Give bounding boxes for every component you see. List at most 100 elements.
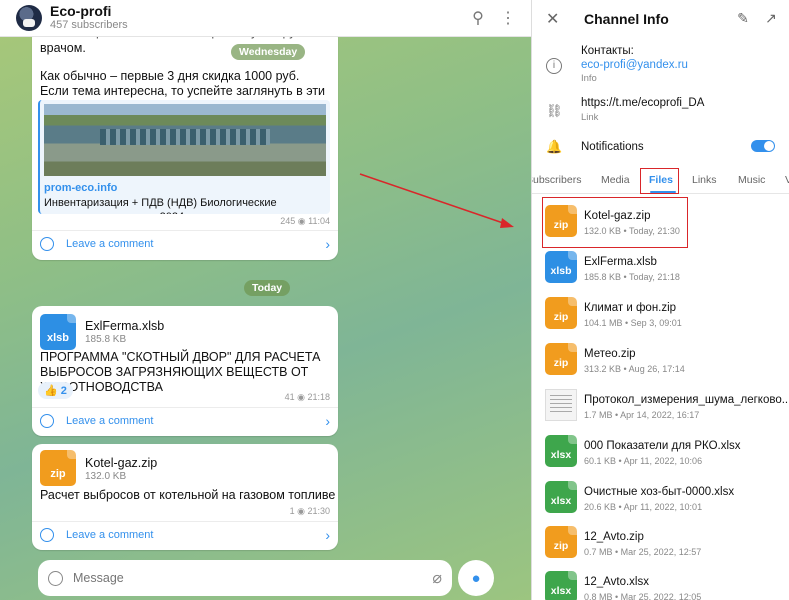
zip-file-icon[interactable]: zip — [545, 526, 577, 558]
statistics-icon[interactable]: ↗ — [757, 10, 785, 27]
message-meta: 1 ◉ 21:30 — [290, 506, 330, 517]
chat-header[interactable]: Eco-profi 457 subscribers ⚲ ⋮ — [0, 0, 531, 37]
link-preview[interactable]: prom-eco.info Инвентаризация + ПДВ (НДВ)… — [38, 100, 330, 214]
message-meta: 245 ◉ 11:04 — [280, 216, 330, 227]
file-size: 185.8 KB — [85, 334, 127, 345]
xlsb-file-icon[interactable]: xlsb — [545, 251, 577, 283]
file-name: 12_Avto.xlsx — [584, 576, 649, 588]
emoji-icon[interactable] — [48, 570, 63, 586]
file-list-item[interactable]: xlsx 000 Показатели для РКО.xlsx 60.1 KB •… — [532, 430, 789, 476]
channel-avatar[interactable] — [16, 5, 42, 31]
attach-icon[interactable]: ⌀ — [432, 568, 442, 588]
file-name[interactable]: ExlFerma.xlsb — [85, 319, 164, 333]
panel-header: ✕ Channel Info ✎ ↗ — [532, 0, 789, 37]
preview-image — [44, 104, 326, 176]
xlsb-file-icon[interactable]: xlsb — [40, 314, 76, 350]
file-list-item[interactable]: xlsx Очистные хоз-быт-0000.xlsx 20.6 KB • … — [532, 476, 789, 522]
message-bubble: zip Kotel-gaz.zip 132.0 KB Расчет выброс… — [32, 444, 338, 550]
link-row[interactable]: ⛓ https://t.me/ecoprofi_DA Link — [532, 96, 789, 126]
eye-icon: ◉ — [297, 392, 305, 402]
leave-comment-button[interactable]: Leave a comment › — [32, 230, 338, 256]
files-tab-highlight — [640, 168, 679, 194]
tab-subscribers[interactable]: Subscribers — [532, 174, 581, 186]
comment-icon — [40, 236, 54, 251]
notifications-label: Notifications — [581, 141, 644, 153]
zip-file-icon[interactable]: zip — [545, 343, 577, 375]
chevron-right-icon: › — [325, 235, 330, 252]
search-icon[interactable]: ⚲ — [463, 8, 493, 28]
document-thumbnail-icon[interactable] — [545, 389, 577, 421]
file-name: Протокол_измерения_шума_легково... — [584, 394, 789, 406]
file-size: 132.0 KB — [85, 471, 127, 482]
file-list-item[interactable]: zip 12_Avto.zip 0.7 MB • Mar 25, 2022, 12:… — [532, 521, 789, 567]
file-name: 12_Avto.zip — [584, 531, 644, 543]
notifications-toggle[interactable] — [751, 140, 775, 152]
xlsx-file-icon[interactable]: xlsx — [545, 571, 577, 600]
eye-icon: ◉ — [297, 216, 306, 226]
message-bubble: вклю-ти противопоказания. Проконсультиру… — [32, 25, 338, 260]
preview-site: prom-eco.info — [44, 182, 118, 194]
leave-comment-button[interactable]: Leave a comment › — [32, 407, 338, 433]
file-highlight — [542, 197, 688, 248]
microphone-button[interactable]: ● — [458, 560, 494, 596]
zip-file-icon[interactable]: zip — [40, 450, 76, 486]
view-count: 245 — [280, 216, 296, 226]
close-icon[interactable]: ✕ — [546, 9, 568, 29]
tab-music[interactable]: Music — [738, 174, 765, 186]
file-name: Метео.zip — [584, 348, 636, 360]
file-name[interactable]: Kotel-gaz.zip — [85, 456, 157, 470]
reaction-badge[interactable]: 👍 2 — [38, 382, 73, 399]
link-icon: ⛓ — [546, 103, 563, 118]
preview-description: Инвентаризация + ПДВ (НДВ) Биологические… — [44, 197, 277, 214]
xlsx-file-icon[interactable]: xlsx — [545, 435, 577, 467]
channel-info-panel: ✕ Channel Info ✎ ↗ i Контакты: eco-profi… — [531, 0, 789, 600]
comment-icon — [40, 527, 54, 542]
message-bubble: xlsb ExlFerma.xlsb 185.8 KB ПРОГРАММА "С… — [32, 306, 338, 436]
comment-label: Leave a comment — [66, 414, 154, 427]
zip-file-icon[interactable]: zip — [545, 297, 577, 329]
contacts-row[interactable]: i Контакты: eco-profi@yandex.ru Info — [532, 44, 789, 86]
thumbs-up-icon: 👍 — [44, 385, 58, 397]
leave-comment-button[interactable]: Leave a comment › — [32, 521, 338, 547]
channel-name[interactable]: Eco-profi — [50, 4, 463, 19]
info-icon: i — [546, 58, 562, 74]
file-meta: 60.1 KB • Apr 11, 2022, 10:06 — [584, 456, 703, 466]
tab-voice[interactable]: V — [785, 174, 789, 186]
file-meta: 0.8 MB • Mar 25, 2022, 12:05 — [584, 592, 702, 600]
message-input[interactable] — [73, 571, 433, 585]
file-meta: 20.6 KB • Apr 11, 2022, 10:01 — [584, 502, 703, 512]
file-list-item[interactable]: Протокол_измерения_шума_легково... 1.7 MB… — [532, 384, 789, 430]
subscriber-count: 457 subscribers — [50, 19, 128, 31]
message-text: ПРОГРАММА "СКОТНЫЙ ДВОР" ДЛЯ РАСЧЕТА ВЫБ… — [40, 350, 321, 394]
reaction-count: 2 — [60, 385, 67, 397]
chevron-right-icon: › — [325, 412, 330, 429]
message-time: 21:18 — [307, 392, 330, 402]
date-separator: Wednesday — [231, 44, 306, 60]
view-count: 1 — [289, 506, 295, 516]
file-list-item[interactable]: zip Климат и фон.zip 104.1 MB • Sep 3, 09:… — [532, 292, 789, 338]
message-meta: 41 ◉ 21:18 — [285, 392, 330, 403]
file-list-item[interactable]: zip Метео.zip 313.2 KB • Aug 26, 17:14 — [532, 338, 789, 384]
xlsx-file-icon[interactable]: xlsx — [545, 481, 577, 513]
comment-icon — [40, 413, 54, 428]
message-text: Как обычно – первые 3 дня скидка 1000 ру… — [40, 69, 300, 83]
file-list-item[interactable]: xlsb ExlFerma.xlsb 185.8 KB • Today, 21:18 — [532, 246, 789, 292]
file-name: Очистные хоз-быт-0000.xlsx — [584, 486, 735, 498]
edit-pencil-icon[interactable]: ✎ — [729, 10, 757, 27]
tab-media[interactable]: Media — [601, 174, 630, 186]
bell-icon: 🔔 — [546, 139, 563, 154]
file-meta: 1.7 MB • Apr 14, 2022, 16:17 — [584, 410, 700, 420]
comment-label: Leave a comment — [66, 528, 154, 541]
message-time: 21:30 — [307, 506, 330, 516]
more-vertical-icon[interactable]: ⋮ — [493, 8, 523, 28]
message-time: 11:04 — [308, 216, 330, 226]
channel-link[interactable]: https://t.me/ecoprofi_DA — [581, 96, 704, 110]
chevron-right-icon: › — [325, 526, 330, 543]
tab-links[interactable]: Links — [692, 174, 717, 186]
message-text: врачом. — [40, 41, 86, 55]
contacts-email[interactable]: eco-profi@yandex.ru — [581, 58, 688, 72]
file-meta: 0.7 MB • Mar 25, 2022, 12:57 — [584, 547, 702, 557]
eye-icon: ◉ — [297, 506, 305, 516]
file-meta: 185.8 KB • Today, 21:18 — [584, 272, 680, 282]
file-list-item[interactable]: xlsx 12_Avto.xlsx 0.8 MB • Mar 25, 2022, 1… — [532, 566, 789, 600]
